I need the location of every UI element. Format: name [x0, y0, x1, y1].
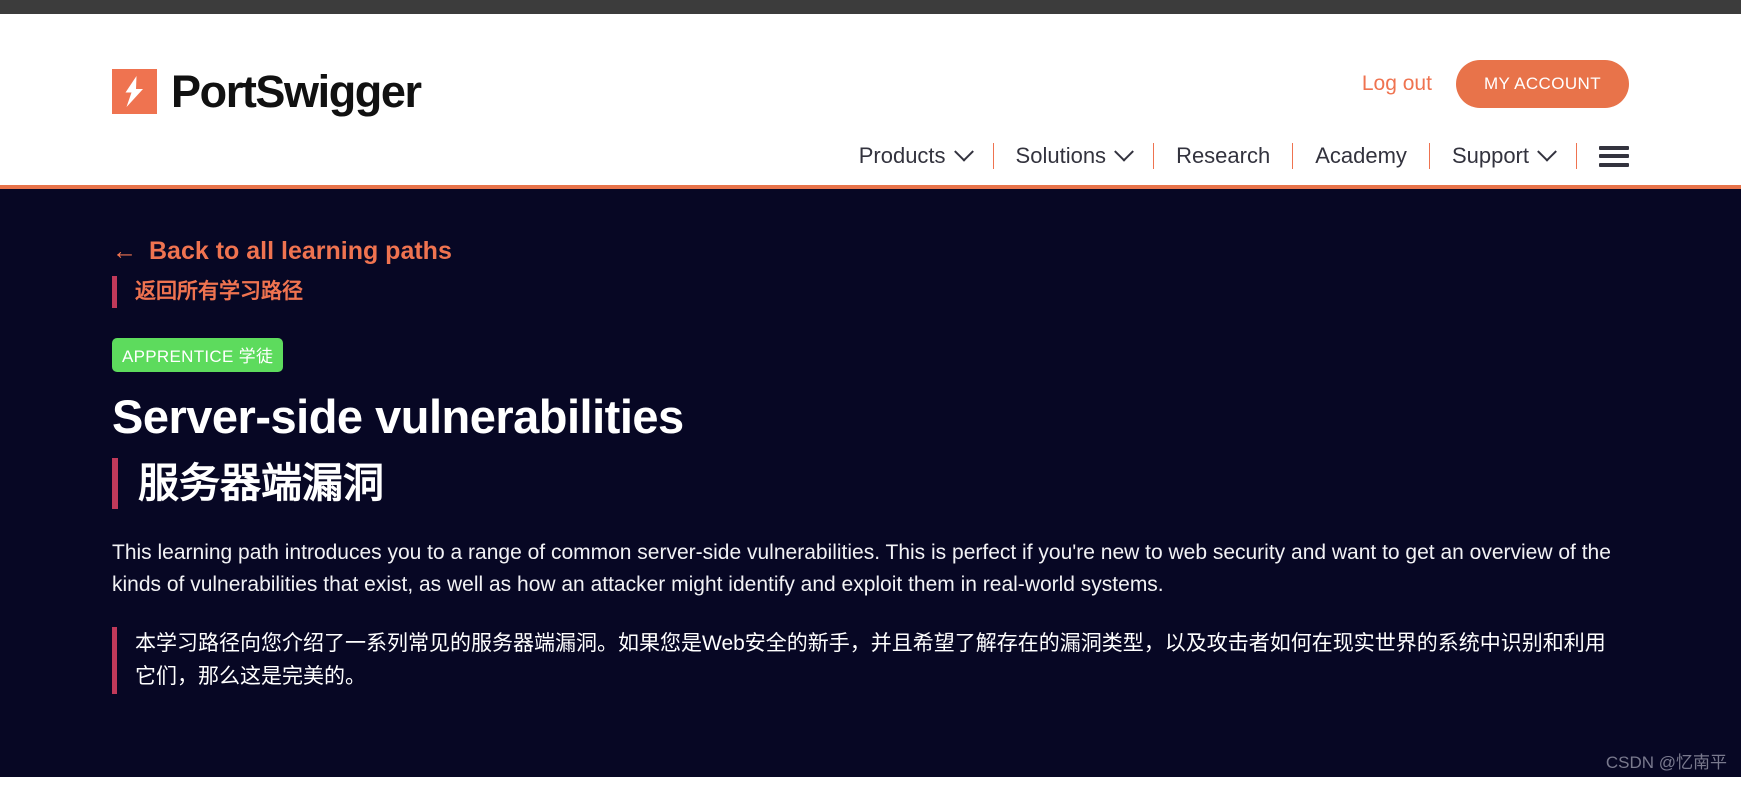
portswigger-logo[interactable]: PortSwigger [112, 66, 422, 117]
account-area: Log out MY ACCOUNT [1354, 60, 1629, 108]
nav-label-solutions: Solutions [1015, 143, 1107, 168]
nav-item-research[interactable]: Research [1154, 139, 1292, 173]
page-title: Server-side vulnerabilities [112, 389, 684, 443]
main-navigation: Products Solutions Research Academy Supp… [837, 139, 1629, 173]
page-title-translation: 服务器端漏洞 [138, 459, 384, 506]
arrow-left-icon: ← [112, 237, 137, 265]
site-header: PortSwigger Log out MY ACCOUNT Products … [0, 14, 1741, 185]
description-translation-block: 本学习路径向您介绍了一系列常见的服务器端漏洞。如果您是Web安全的新手，并且希望… [112, 626, 1622, 694]
hamburger-menu-icon[interactable] [1599, 145, 1629, 167]
burger-line [1599, 145, 1629, 150]
back-link-label: Back to all learning paths [149, 237, 452, 265]
page-bottom-strip [0, 777, 1741, 785]
logo-wordmark: PortSwigger [171, 66, 422, 117]
learning-path-description: This learning path introduces you to a r… [112, 540, 1611, 596]
logout-link[interactable]: Log out [1354, 68, 1440, 100]
header-inner: PortSwigger Log out MY ACCOUNT Products … [0, 14, 1741, 185]
nav-item-academy[interactable]: Academy [1293, 139, 1429, 173]
chevron-down-icon [1537, 141, 1557, 162]
nav-label-products: Products [858, 143, 946, 168]
lightning-bolt-icon [112, 69, 157, 114]
nav-label-research: Research [1176, 143, 1271, 168]
nav-item-solutions[interactable]: Solutions [994, 139, 1154, 173]
back-link-translation-block: 返回所有学习路径 [112, 276, 1629, 308]
learning-path-hero: ← Back to all learning paths 返回所有学习路径 AP… [0, 189, 1741, 785]
nav-label-academy: Academy [1315, 143, 1407, 168]
csdn-watermark: CSDN @忆南平 [1605, 753, 1727, 772]
burger-line [1599, 162, 1629, 167]
back-link-translation: 返回所有学习路径 [135, 280, 303, 303]
burger-line [1599, 154, 1629, 158]
content-container: ← Back to all learning paths 返回所有学习路径 AP… [0, 189, 1741, 694]
nav-separator [1576, 143, 1577, 169]
nav-item-products[interactable]: Products [837, 139, 993, 173]
my-account-button[interactable]: MY ACCOUNT [1455, 60, 1629, 108]
nav-label-support: Support [1451, 143, 1529, 168]
chevron-down-icon [1114, 141, 1134, 162]
nav-item-support[interactable]: Support [1430, 139, 1576, 173]
difficulty-badge: APPRENTICE 学徒 [112, 337, 284, 372]
chevron-down-icon [953, 141, 974, 162]
browser-chrome-strip [0, 0, 1741, 14]
learning-path-description-translation: 本学习路径向您介绍了一系列常见的服务器端漏洞。如果您是Web安全的新手，并且希望… [135, 631, 1606, 689]
page-title-translation-block: 服务器端漏洞 [112, 457, 1629, 509]
back-to-learning-paths-link[interactable]: ← Back to all learning paths [112, 237, 452, 266]
